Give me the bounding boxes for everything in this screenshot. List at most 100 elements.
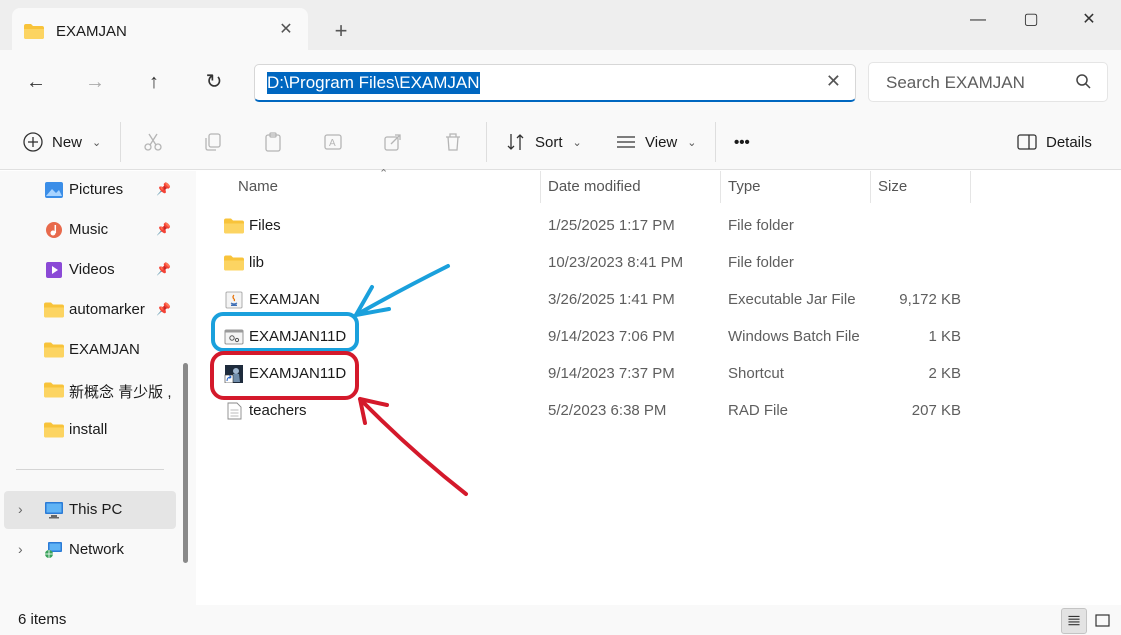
clipboard-icon bbox=[265, 132, 281, 152]
folder-icon bbox=[44, 382, 64, 398]
java-jar-icon bbox=[225, 291, 243, 309]
details-pane-icon bbox=[1017, 134, 1037, 150]
column-divider[interactable] bbox=[540, 171, 541, 203]
view-label: View bbox=[645, 133, 678, 151]
new-button[interactable]: New ⌄ bbox=[22, 126, 101, 158]
file-date: 3/26/2025 1:41 PM bbox=[548, 291, 675, 308]
trash-icon bbox=[446, 133, 460, 151]
toolbar-divider bbox=[715, 122, 716, 162]
file-row-lib[interactable]: lib 10/23/2023 8:41 PM File folder bbox=[214, 245, 974, 282]
tab-close-icon[interactable]: ✕ bbox=[274, 18, 298, 42]
tab-title: EXAMJAN bbox=[56, 23, 127, 40]
file-type: Windows Batch File bbox=[728, 328, 860, 345]
copy-icon bbox=[205, 133, 221, 151]
file-row-examjan11d-shortcut[interactable]: EXAMJAN11D 9/14/2023 7:37 PM Shortcut 2 … bbox=[214, 356, 974, 393]
file-type: Shortcut bbox=[728, 365, 784, 382]
rename-button[interactable]: A bbox=[322, 126, 344, 158]
sort-button[interactable]: Sort ⌄ bbox=[505, 126, 582, 158]
folder-icon bbox=[24, 24, 44, 39]
share-icon bbox=[384, 134, 401, 151]
column-header-name[interactable]: Name bbox=[232, 171, 538, 203]
clear-icon[interactable]: ✕ bbox=[826, 71, 841, 92]
new-tab-button[interactable]: + bbox=[328, 18, 354, 44]
sidebar-item-chinese-folder[interactable]: 新概念 青少版 , bbox=[4, 371, 176, 409]
file-date: 1/25/2025 1:17 PM bbox=[548, 217, 675, 234]
details-pane-button[interactable]: Details bbox=[1016, 126, 1092, 158]
pin-icon: 📌 bbox=[156, 302, 171, 316]
folder-icon bbox=[44, 342, 64, 358]
cut-button[interactable] bbox=[142, 126, 164, 158]
view-button[interactable]: View ⌄ bbox=[615, 126, 696, 158]
batch-file-icon bbox=[224, 329, 244, 345]
sidebar-divider bbox=[16, 469, 164, 470]
more-icon: ••• bbox=[734, 133, 750, 151]
rename-icon: A bbox=[324, 134, 342, 150]
file-type: Executable Jar File bbox=[728, 291, 856, 308]
file-type: File folder bbox=[728, 217, 794, 234]
address-path[interactable]: D:\Program Files\EXAMJAN bbox=[267, 72, 480, 94]
close-window-button[interactable]: ✕ bbox=[1069, 6, 1109, 34]
file-name: teachers bbox=[249, 402, 307, 419]
minimize-button[interactable]: — bbox=[958, 6, 998, 34]
maximize-button[interactable]: ▢ bbox=[1011, 6, 1051, 34]
column-divider[interactable] bbox=[970, 171, 971, 203]
address-bar[interactable]: D:\Program Files\EXAMJAN ✕ bbox=[254, 64, 856, 102]
plus-circle-icon bbox=[23, 132, 43, 152]
tiles-view-icon[interactable] bbox=[1090, 608, 1116, 634]
column-divider[interactable] bbox=[870, 171, 871, 203]
file-size: 1 KB bbox=[928, 328, 961, 345]
svg-text:A: A bbox=[329, 138, 336, 149]
navigation-pane: Pictures 📌 Music 📌 Videos 📌 automarker 📌 bbox=[0, 171, 196, 605]
column-header-date[interactable]: Date modified bbox=[542, 171, 718, 203]
refresh-button[interactable]: ↻ bbox=[198, 66, 230, 98]
chevron-down-icon: ⌄ bbox=[572, 136, 582, 149]
file-name: lib bbox=[249, 254, 265, 271]
file-type: File folder bbox=[728, 254, 794, 271]
column-divider[interactable] bbox=[720, 171, 721, 203]
address-row: ← → ↑ ↻ D:\Program Files\EXAMJAN ✕ Searc… bbox=[0, 50, 1121, 114]
more-options-button[interactable]: ••• bbox=[734, 126, 750, 158]
command-bar: New ⌄ A Sort ⌄ View ⌄ ••• Details bbox=[0, 114, 1121, 170]
search-placeholder: Search EXAMJAN bbox=[886, 73, 1025, 92]
sidebar-item-this-pc[interactable]: › This PC bbox=[4, 491, 176, 529]
pin-icon: 📌 bbox=[156, 222, 171, 236]
file-date: 10/23/2023 8:41 PM bbox=[548, 254, 684, 271]
search-input[interactable]: Search EXAMJAN bbox=[868, 62, 1108, 102]
file-row-files[interactable]: Files 1/25/2025 1:17 PM File folder bbox=[214, 208, 974, 245]
file-row-examjan11d-batch[interactable]: EXAMJAN11D 9/14/2023 7:06 PM Windows Bat… bbox=[214, 319, 974, 356]
chevron-right-icon[interactable]: › bbox=[18, 501, 23, 517]
paste-button[interactable] bbox=[262, 126, 284, 158]
sidebar-item-pictures[interactable]: Pictures 📌 bbox=[4, 171, 176, 209]
sidebar-scrollbar[interactable] bbox=[183, 363, 188, 563]
delete-button[interactable] bbox=[442, 126, 464, 158]
forward-button[interactable]: → bbox=[79, 66, 111, 98]
file-size: 207 KB bbox=[911, 402, 961, 419]
sidebar-item-examjan[interactable]: EXAMJAN bbox=[4, 331, 176, 369]
item-count: 6 items bbox=[18, 611, 67, 628]
chevron-right-icon[interactable]: › bbox=[18, 541, 23, 557]
copy-button[interactable] bbox=[202, 126, 224, 158]
file-row-examjan-jar[interactable]: EXAMJAN 3/26/2025 1:41 PM Executable Jar… bbox=[214, 282, 974, 319]
sidebar-item-label: This PC bbox=[69, 501, 123, 518]
sidebar-item-label: Network bbox=[69, 541, 125, 558]
sidebar-item-network[interactable]: › Network bbox=[4, 531, 176, 569]
column-header-type[interactable]: Type bbox=[722, 171, 868, 203]
sidebar-item-automarker[interactable]: automarker 📌 bbox=[4, 291, 176, 329]
up-button[interactable]: ↑ bbox=[138, 66, 170, 98]
file-size: 2 KB bbox=[928, 365, 961, 382]
computer-icon bbox=[45, 502, 63, 519]
share-button[interactable] bbox=[382, 126, 404, 158]
new-label: New bbox=[52, 133, 83, 151]
file-date: 9/14/2023 7:37 PM bbox=[548, 365, 675, 382]
sort-label: Sort bbox=[535, 133, 563, 151]
file-date: 5/2/2023 6:38 PM bbox=[548, 402, 667, 419]
sidebar-item-install[interactable]: install bbox=[4, 411, 176, 449]
file-type: RAD File bbox=[728, 402, 789, 419]
back-button[interactable]: ← bbox=[20, 66, 52, 98]
sidebar-item-videos[interactable]: Videos 📌 bbox=[4, 251, 176, 289]
toolbar-divider bbox=[120, 122, 121, 162]
file-row-teachers[interactable]: teachers 5/2/2023 6:38 PM RAD File 207 K… bbox=[214, 393, 974, 430]
details-view-icon[interactable] bbox=[1061, 608, 1087, 634]
sidebar-item-music[interactable]: Music 📌 bbox=[4, 211, 176, 249]
column-header-size[interactable]: Size bbox=[872, 171, 968, 203]
